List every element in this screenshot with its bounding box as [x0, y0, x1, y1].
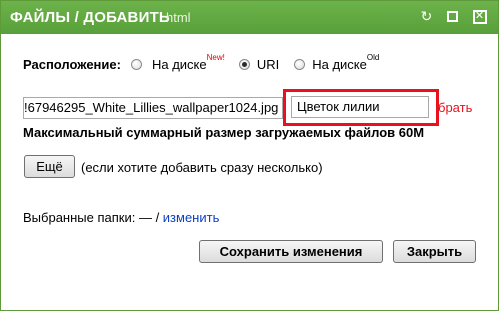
file-add-dialog: ФАЙЛЫ / ДОБАВИТЬ html ↻ ✕ Расположение: …: [0, 0, 499, 311]
radio-disk-new-label[interactable]: На диске: [152, 57, 207, 72]
new-badge: New!: [206, 52, 225, 62]
max-size-note: Максимальный суммарный размер загружаемы…: [23, 125, 425, 140]
maximize-icon[interactable]: [444, 8, 461, 25]
radio-uri[interactable]: [238, 58, 250, 70]
selected-folders-label: Выбранные папки: —: [23, 210, 152, 225]
close-button[interactable]: Закрыть: [393, 240, 476, 263]
save-button[interactable]: Сохранить изменения: [199, 240, 383, 263]
radio-disk-old[interactable]: [294, 58, 306, 70]
file-url-input[interactable]: !67946295_White_Lillies_wallpaper1024.jp…: [23, 97, 283, 119]
more-button[interactable]: Ещё: [24, 155, 75, 178]
close-icon[interactable]: ✕: [471, 8, 488, 25]
highlight-box: [283, 89, 439, 126]
radio-disk-old-label[interactable]: На диске: [312, 57, 367, 72]
change-folders-link[interactable]: изменить: [163, 210, 220, 225]
selected-folders: Выбранные папки: — / изменить: [23, 210, 219, 225]
dialog-subtitle: html: [166, 10, 191, 25]
remove-link[interactable]: брать: [438, 100, 472, 115]
dialog-titlebar[interactable]: ФАЙЛЫ / ДОБАВИТЬ html ↻ ✕: [1, 1, 498, 34]
radio-disk-new[interactable]: [130, 58, 142, 70]
location-label: Расположение:: [23, 56, 121, 72]
more-hint: (если хотите добавить сразу несколько): [81, 160, 323, 175]
old-badge: Old: [366, 52, 380, 62]
folders-separator: /: [151, 210, 163, 225]
refresh-icon[interactable]: ↻: [418, 8, 435, 25]
location-row: Расположение: На диске New! URI На диске…: [23, 52, 380, 73]
file-url-value: !67946295_White_Lillies_wallpaper1024.jp…: [24, 100, 279, 115]
dialog-title: ФАЙЛЫ / ДОБАВИТЬ: [10, 9, 170, 26]
radio-uri-label[interactable]: URI: [257, 57, 279, 72]
